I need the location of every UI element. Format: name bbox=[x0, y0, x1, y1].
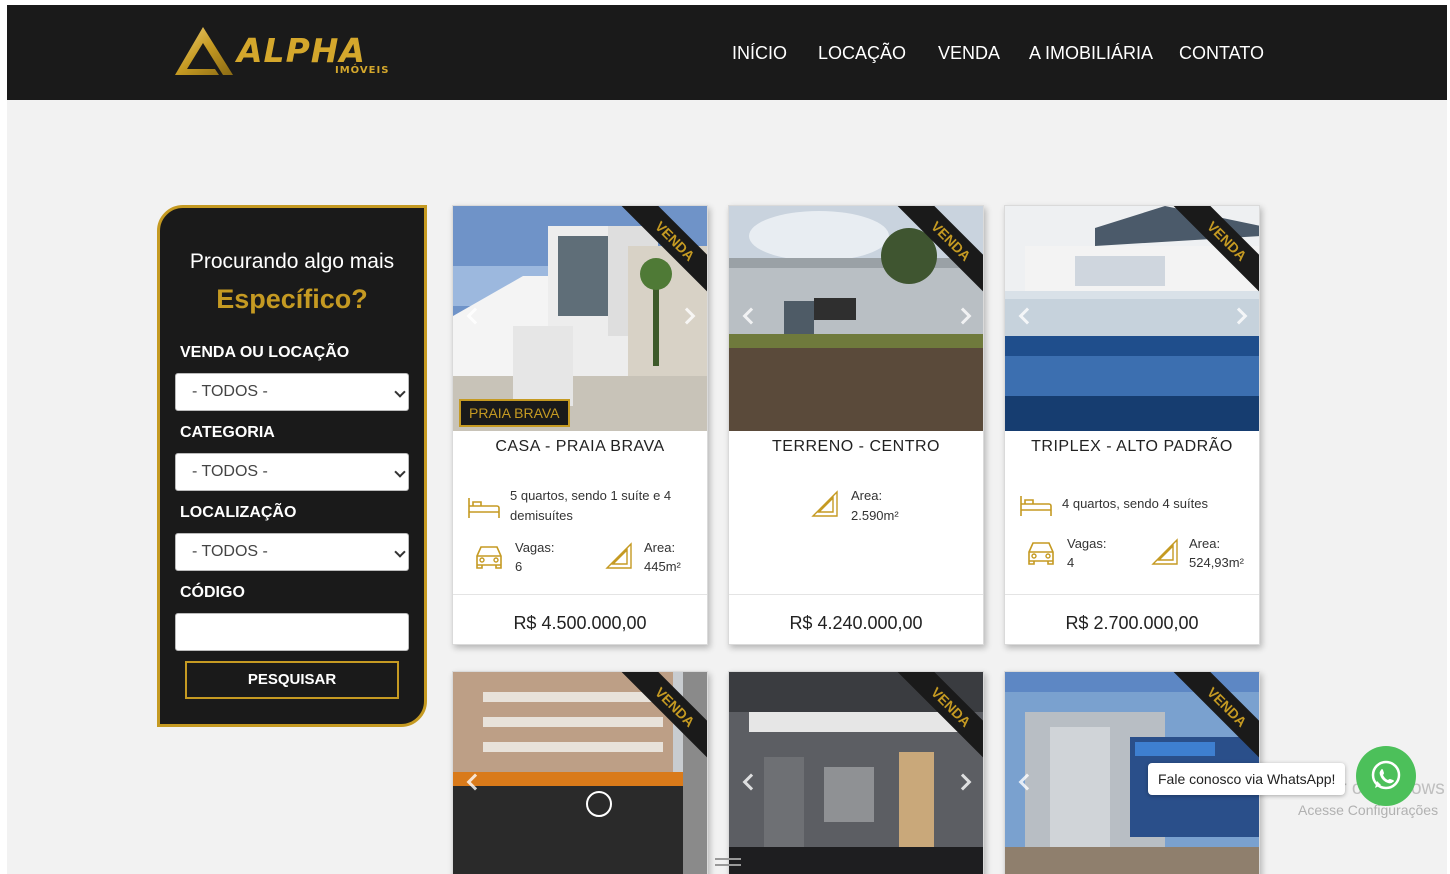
whatsapp-tooltip[interactable]: Fale conosco via WhatsApp! bbox=[1148, 763, 1346, 795]
nav-locacao[interactable]: LOCAÇÃO bbox=[818, 43, 906, 64]
property-title: CASA - PRAIA BRAVA bbox=[495, 438, 665, 455]
chevron-down-icon bbox=[394, 546, 406, 558]
chevron-down-icon bbox=[394, 466, 406, 478]
parking-value: 6 bbox=[515, 559, 523, 574]
property-price: R$ 2.700.000,00 bbox=[1065, 613, 1199, 633]
nav-a-imobiliaria[interactable]: A IMOBILIÁRIA bbox=[1029, 43, 1153, 64]
property-title: TERRENO - CENTRO bbox=[772, 438, 940, 455]
select-value: - TODOS - bbox=[192, 543, 268, 560]
label-codigo: CÓDIGO bbox=[180, 584, 245, 601]
property-photo: VENDA bbox=[453, 672, 707, 874]
area-value: 445m² bbox=[644, 559, 681, 574]
location-tag: PRAIA BRAVA bbox=[459, 399, 570, 427]
whatsapp-button[interactable] bbox=[1356, 746, 1416, 806]
card-divider bbox=[1005, 594, 1259, 595]
select-value: - TODOS - bbox=[192, 463, 268, 480]
property-photo: VENDA bbox=[729, 206, 983, 431]
select-categoria[interactable]: - TODOS - bbox=[175, 453, 409, 491]
rooms-text: 4 quartos, sendo 4 suítes bbox=[1062, 496, 1208, 511]
select-value: - TODOS - bbox=[192, 383, 268, 400]
search-button[interactable]: PESQUISAR bbox=[185, 661, 399, 699]
property-card[interactable]: VENDA PRAIA BRAVA CASA - PRAIA BRAVA 5 q… bbox=[452, 205, 708, 645]
bed-icon bbox=[468, 498, 500, 518]
property-title: TRIPLEX - ALTO PADRÃO bbox=[1031, 438, 1233, 455]
code-input[interactable] bbox=[175, 613, 409, 651]
main-nav: INÍCIO LOCAÇÃO VENDA A IMOBILIÁRIA CONTA… bbox=[7, 43, 1447, 67]
area-value: 524,93m² bbox=[1189, 555, 1244, 570]
label-venda-locacao: VENDA OU LOCAÇÃO bbox=[180, 344, 350, 361]
card-divider bbox=[729, 594, 983, 595]
area-icon bbox=[1151, 538, 1178, 565]
select-venda-locacao[interactable]: - TODOS - bbox=[175, 373, 409, 411]
nav-inicio[interactable]: INÍCIO bbox=[732, 43, 787, 64]
nav-contato[interactable]: CONTATO bbox=[1179, 43, 1264, 64]
car-icon bbox=[1028, 542, 1054, 565]
search-panel: Procurando algo mais Específico? VENDA O… bbox=[157, 205, 427, 727]
property-photo: VENDA bbox=[729, 672, 983, 874]
property-card[interactable]: VENDA bbox=[728, 671, 984, 874]
property-price: R$ 4.500.000,00 bbox=[513, 613, 647, 633]
area-label: Area: bbox=[851, 488, 883, 503]
whatsapp-icon bbox=[1371, 760, 1401, 790]
area-label: Area: bbox=[644, 540, 676, 555]
rooms-text: 5 quartos, sendo 1 suíte e 4 demisuítes bbox=[510, 488, 672, 523]
property-card[interactable]: VENDA TERRENO - CENTRO Area: 2.590m² R$ … bbox=[728, 205, 984, 645]
site-header: ALPHA IMÓVEIS INÍCIO LOCAÇÃO VENDA A IMO… bbox=[7, 5, 1447, 100]
chevron-down-icon bbox=[394, 386, 406, 398]
select-localizacao[interactable]: - TODOS - bbox=[175, 533, 409, 571]
property-card[interactable]: VENDA bbox=[452, 671, 708, 874]
property-photo: VENDA bbox=[1005, 206, 1259, 431]
property-price: R$ 4.240.000,00 bbox=[789, 613, 923, 633]
nav-venda[interactable]: VENDA bbox=[938, 43, 1000, 64]
page: ALPHA IMÓVEIS INÍCIO LOCAÇÃO VENDA A IMO… bbox=[7, 5, 1447, 874]
label-localizacao: LOCALIZAÇÃO bbox=[180, 504, 297, 521]
resize-handle[interactable] bbox=[715, 858, 741, 866]
car-icon bbox=[476, 546, 502, 569]
area-icon bbox=[605, 542, 632, 569]
area-value: 2.590m² bbox=[851, 508, 899, 523]
card-divider bbox=[453, 594, 707, 595]
search-title: Procurando algo mais bbox=[189, 250, 395, 273]
search-title-highlight: Específico? bbox=[216, 284, 368, 314]
parking-label: Vagas: bbox=[1067, 536, 1107, 551]
parking-label: Vagas: bbox=[515, 540, 555, 555]
property-photo: VENDA PRAIA BRAVA bbox=[453, 206, 707, 431]
property-card[interactable]: VENDA TRIPLEX - ALTO PADRÃO 4 quartos, s… bbox=[1004, 205, 1260, 645]
bed-icon bbox=[1020, 496, 1052, 516]
parking-value: 4 bbox=[1067, 555, 1075, 570]
area-icon bbox=[811, 490, 838, 517]
label-categoria: CATEGORIA bbox=[180, 424, 275, 441]
area-label: Area: bbox=[1189, 536, 1221, 551]
